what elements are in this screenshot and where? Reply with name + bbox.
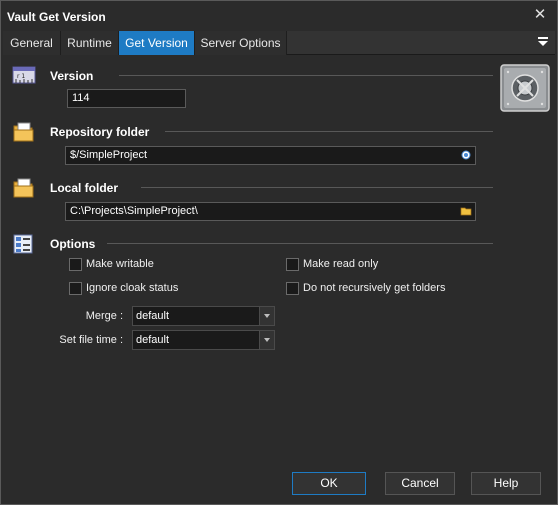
get-version-panel: r 1 Version 114 Repository folder $/Simp… [3,56,555,468]
ignore-cloak-checkbox[interactable] [69,281,82,295]
make-read-only-checkbox[interactable] [286,257,299,271]
options-title: Options [50,237,96,251]
open-folder-icon[interactable] [460,205,472,217]
merge-select[interactable]: default [132,306,275,326]
close-button[interactable]: ✕ [531,6,549,24]
make-writable-checkbox[interactable] [69,257,82,271]
title-bar: Vault Get Version ✕ [1,1,557,31]
set-file-time-label: Set file time : [59,334,123,346]
ruler-icon: r 1 [12,65,36,87]
merge-value: default [136,310,170,322]
tab-server-options[interactable]: Server Options [195,31,287,55]
local-folder-icon [12,177,36,199]
version-value: 114 [72,92,90,104]
cancel-button[interactable]: Cancel [385,472,455,495]
repository-divider [165,131,493,132]
repository-folder-value: $/SimpleProject [70,149,148,161]
local-folder-input[interactable]: C:\Projects\SimpleProject\ [65,202,476,221]
not-recursive-checkbox[interactable] [286,281,299,295]
options-list-icon [12,233,36,255]
local-folder-divider [141,187,493,188]
not-recursive-option[interactable]: Do not recursively get folders [286,280,445,296]
not-recursive-label: Do not recursively get folders [303,282,446,294]
make-writable-option[interactable]: Make writable [69,256,154,272]
options-divider [107,243,493,244]
local-folder-title: Local folder [50,181,119,195]
set-file-time-value: default [136,334,170,346]
ignore-cloak-label: Ignore cloak status [86,282,179,294]
chevron-down-icon[interactable] [259,307,274,325]
version-input[interactable]: 114 [67,89,186,108]
tab-menu-icon[interactable] [537,34,549,50]
version-divider [119,75,493,76]
set-file-time-select[interactable]: default [132,330,275,350]
vault-safe-icon [500,64,550,112]
repository-folder-title: Repository folder [50,125,150,139]
svg-text:r 1: r 1 [17,73,25,80]
make-read-only-label: Make read only [303,258,379,270]
browse-icon[interactable] [460,149,472,161]
tab-general[interactable]: General [3,31,61,55]
window-title: Vault Get Version [7,10,106,24]
tab-get-version[interactable]: Get Version [119,31,195,55]
tab-runtime[interactable]: Runtime [61,31,119,55]
make-read-only-option[interactable]: Make read only [286,256,378,272]
ok-button[interactable]: OK [292,472,366,495]
repository-folder-input[interactable]: $/SimpleProject [65,146,476,165]
chevron-down-icon[interactable] [259,331,274,349]
version-title: Version [50,69,94,83]
help-button[interactable]: Help [471,472,541,495]
repository-folder-icon [12,121,36,143]
tab-bar: General Runtime Get Version Server Optio… [3,31,555,55]
merge-label: Merge : [85,310,123,322]
vault-get-version-dialog: Vault Get Version ✕ General Runtime Get … [0,0,558,505]
local-folder-value: C:\Projects\SimpleProject\ [70,205,198,217]
make-writable-label: Make writable [86,258,154,270]
ignore-cloak-option[interactable]: Ignore cloak status [69,280,178,296]
